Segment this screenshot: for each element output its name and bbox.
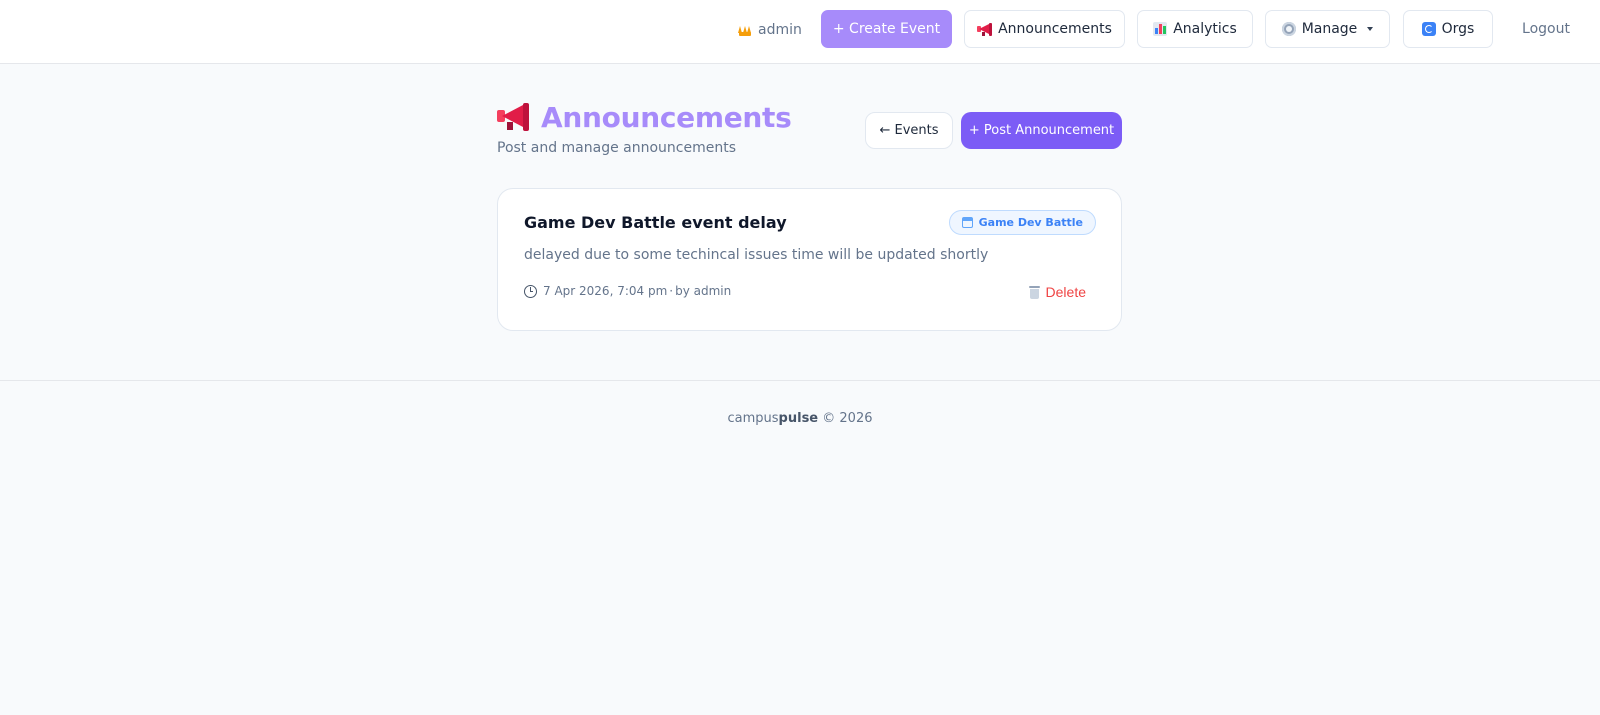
nav-analytics-label: Analytics: [1173, 21, 1237, 37]
event-badge-label: Game Dev Battle: [978, 216, 1083, 229]
nav-announcements-label: Announcements: [998, 21, 1112, 37]
back-to-events-button[interactable]: ← Events: [865, 112, 953, 149]
create-event-button[interactable]: + Create Event: [821, 10, 952, 48]
announcement-title: Game Dev Battle event delay: [524, 213, 787, 232]
caret-down-icon: [1367, 27, 1374, 31]
clock-icon: [524, 284, 537, 298]
top-navbar: admin + Create Event Announcements Analy…: [0, 0, 1600, 64]
nav-orgs-label: Orgs: [1441, 21, 1475, 37]
megaphone-icon: [977, 22, 993, 36]
announcement-date: 7 Apr 2026, 7:04 pm: [543, 284, 668, 298]
event-badge[interactable]: Game Dev Battle: [948, 210, 1096, 235]
delete-label: Delete: [1045, 284, 1086, 300]
current-user[interactable]: admin: [738, 19, 802, 41]
footer: campuspulse © 2026: [0, 380, 1600, 715]
nav-announcements-button[interactable]: Announcements: [964, 10, 1125, 48]
footer-year: © 2026: [822, 411, 873, 426]
announcement-author: by admin: [675, 284, 732, 298]
refresh-icon: [1421, 22, 1436, 36]
post-announcement-button[interactable]: + Post Announcement: [961, 112, 1122, 149]
announcement-body: delayed due to some techincal issues tim…: [524, 247, 989, 263]
calendar-icon: [961, 217, 973, 228]
meta-separator: ·: [669, 284, 674, 298]
page-subtitle: Post and manage announcements: [497, 140, 737, 156]
gear-icon: [1281, 22, 1296, 36]
footer-copyright: campuspulse © 2026: [0, 411, 1600, 426]
current-user-name: admin: [758, 22, 802, 38]
logout-button[interactable]: Logout: [1510, 10, 1582, 48]
megaphone-icon: [497, 103, 529, 131]
crown-icon: [738, 25, 752, 36]
delete-announcement-button[interactable]: Delete: [1028, 284, 1086, 300]
nav-manage-dropdown[interactable]: Manage: [1265, 10, 1390, 48]
trash-icon: [1028, 285, 1040, 299]
nav-analytics-button[interactable]: Analytics: [1137, 10, 1253, 48]
footer-brand-bold: pulse: [778, 411, 819, 426]
page-title: Announcements: [497, 97, 792, 137]
page-title-text: Announcements: [541, 100, 792, 134]
bar-chart-icon: [1153, 22, 1168, 36]
footer-brand-light: campus: [727, 411, 779, 426]
nav-manage-label: Manage: [1301, 21, 1358, 37]
nav-orgs-button[interactable]: Orgs: [1403, 10, 1493, 48]
announcement-meta: 7 Apr 2026, 7:04 pm · by admin: [524, 284, 731, 298]
announcement-card: Game Dev Battle event delay Game Dev Bat…: [497, 188, 1122, 331]
